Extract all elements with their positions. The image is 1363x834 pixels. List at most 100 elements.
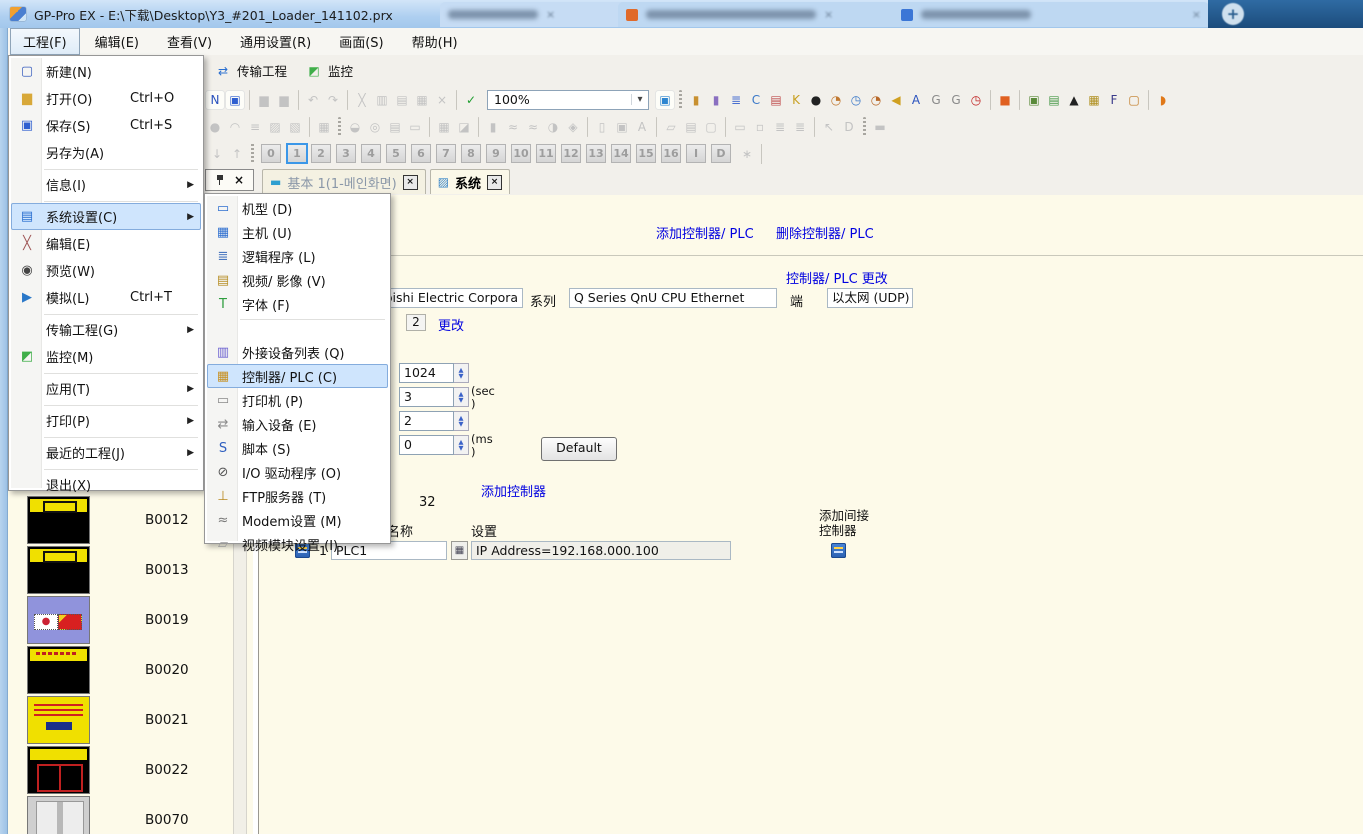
parts-screen-change-icon[interactable]: ▭ [731,118,749,136]
spinner-buttons[interactable]: ▲▼ [454,411,469,431]
graph-line-icon[interactable]: ≈ [524,118,542,136]
save-project-icon[interactable]: ▣ [226,91,244,109]
redo-icon[interactable]: ↷ [324,91,342,109]
open-screen-icon[interactable]: ▆ [255,91,273,109]
screen-jump-icon[interactable]: ∗ [738,145,756,163]
screen-thumbnail[interactable] [27,796,90,834]
movie-icon[interactable]: ▦ [1085,91,1103,109]
transfer-compare-icon[interactable]: ▮ [707,91,725,109]
file-menu-item[interactable]: 最近的工程(J) ▶ [11,439,201,466]
toolbar-icon[interactable] [990,90,991,110]
toolbar-button[interactable]: ◩ 监控 [296,57,362,84]
zoom-select[interactable]: 100% ▾ [487,90,649,110]
submenu-item[interactable]: ▱ 视频模块设置 (I) [207,532,388,556]
screen-number-button[interactable]: 2 [311,144,331,163]
dropdown-arrow-icon[interactable]: ▾ [631,94,648,105]
screen-number-button[interactable]: 7 [436,144,456,163]
parts-lamp-icon[interactable]: ◎ [366,118,384,136]
toolbar-icon[interactable] [1148,90,1149,110]
toolbar-icon[interactable] [1019,90,1020,110]
paste-icon[interactable]: ▤ [393,91,411,109]
toolbar-icon[interactable] [298,90,299,110]
screen-list-item[interactable]: B0020 [8,645,233,695]
toolbar-button[interactable]: ⇄ 传输工程 [205,57,296,84]
toolbar-icon[interactable] [656,117,657,137]
parts-window-icon[interactable]: ▱ [662,118,680,136]
tab-close-icon[interactable]: × [1192,8,1201,21]
error-check-icon[interactable]: ✓ [462,91,480,109]
plc-settings-icon[interactable]: ▦ [451,541,468,560]
file-menu-item[interactable]: 打印(P) ▶ [11,407,201,434]
screen-block-up-icon[interactable]: ↑ [228,145,246,163]
parts-textbox-icon[interactable]: A [633,118,651,136]
transfer-send-icon[interactable]: ▮ [687,91,705,109]
parts-film-icon[interactable]: ▤ [682,118,700,136]
spinner-buttons[interactable]: ▲▼ [454,435,469,455]
spinner-value[interactable]: 1024 [399,363,454,383]
menubar-item[interactable]: 画面(S) [326,28,396,55]
screen-thumbnail[interactable] [27,596,90,644]
pane-close-icon[interactable]: × [234,173,244,187]
draw-image-icon[interactable]: ▨ [266,118,284,136]
window-list-icon[interactable]: F [1105,91,1123,109]
change-plc-link[interactable]: 控制器/ PLC 更改 [786,268,888,287]
screen-thumbnail[interactable] [27,696,90,744]
screen-number-button[interactable]: 16 [661,144,681,163]
tab-close-icon[interactable]: × [546,8,555,21]
pin-icon[interactable] [215,174,225,186]
parts-picture-icon[interactable]: ▣ [613,118,631,136]
timeout-spinner[interactable]: 3 ▲▼ [399,387,469,407]
draw-arc-icon[interactable]: ◠ [226,118,244,136]
menubar-item[interactable]: 编辑(E) [82,28,152,55]
default-button[interactable]: Default [541,437,617,461]
browser-tab[interactable]: × [618,2,906,27]
screen-number-button[interactable]: 6 [411,144,431,163]
close-screen-icon[interactable]: ▆ [275,91,293,109]
key-icon[interactable]: K [787,91,805,109]
screen-thumbnail[interactable] [27,496,90,544]
delete-plc-link[interactable]: 删除控制器/ PLC [776,223,874,242]
browser-tab[interactable]: × [893,2,1209,27]
security-icon[interactable]: ● [807,91,825,109]
color-palette-icon[interactable]: ■ [996,91,1014,109]
screen-number-button[interactable]: 5 [386,144,406,163]
submenu-item[interactable]: ⊥ FTP服务器 (T) [207,484,388,508]
port-type-field[interactable]: 以太网 (UDP) [827,288,913,308]
tab-close-icon[interactable]: × [487,175,502,190]
toolbar-icon[interactable] [679,90,682,110]
delete-icon[interactable]: × [433,91,451,109]
parts-hand-icon[interactable]: ↖ [820,118,838,136]
file-menu-item[interactable]: ▢ 新建(N) [11,58,201,85]
screen-thumbnail[interactable] [27,646,90,694]
browser-tab[interactable]: × [440,2,628,27]
submenu-item[interactable]: ▥ 外接设备列表 (Q) [207,340,388,364]
menubar-item[interactable]: 查看(V) [154,28,225,55]
operation-icon[interactable]: ◔ [827,91,845,109]
memo-icon[interactable]: ▤ [1045,91,1063,109]
parts-lamp2-icon[interactable]: ▯ [593,118,611,136]
duplicate-icon[interactable]: ▦ [413,91,431,109]
time-settings-icon[interactable]: ◷ [847,91,865,109]
spinner-buttons[interactable]: ▲▼ [454,363,469,383]
submenu-item[interactable]: ▤ 视频/ 影像 (V) [207,268,388,292]
parts-date-icon[interactable]: ▭ [406,118,424,136]
toolbar-icon[interactable] [249,90,250,110]
screen-number-button[interactable]: I [686,144,706,163]
screen-number-button[interactable]: 14 [611,144,631,163]
retry-spinner[interactable]: 2 ▲▼ [399,411,469,431]
screen-number-button[interactable]: 8 [461,144,481,163]
plc-settings-field[interactable]: IP Address=192.168.000.100 [471,541,731,560]
csv-export-icon[interactable]: C [747,91,765,109]
port-change-link[interactable]: 更改 [438,315,464,334]
submenu-item[interactable]: ≈ Modem设置 (M) [207,508,388,532]
draw-scale-icon[interactable]: ≡ [246,118,264,136]
spinner-value[interactable]: 3 [399,387,454,407]
screen-number-button[interactable]: 10 [511,144,531,163]
global-window-icon[interactable]: G [947,91,965,109]
parts-dark-icon[interactable]: ▲ [1065,91,1083,109]
menubar-item[interactable]: 工程(F) [10,28,80,55]
screen-number-button[interactable]: 13 [586,144,606,163]
horn-icon[interactable]: ◗ [1154,91,1172,109]
project-list-icon[interactable]: ≣ [727,91,745,109]
submenu-item[interactable]: ▭ 机型 (D) [207,196,388,220]
